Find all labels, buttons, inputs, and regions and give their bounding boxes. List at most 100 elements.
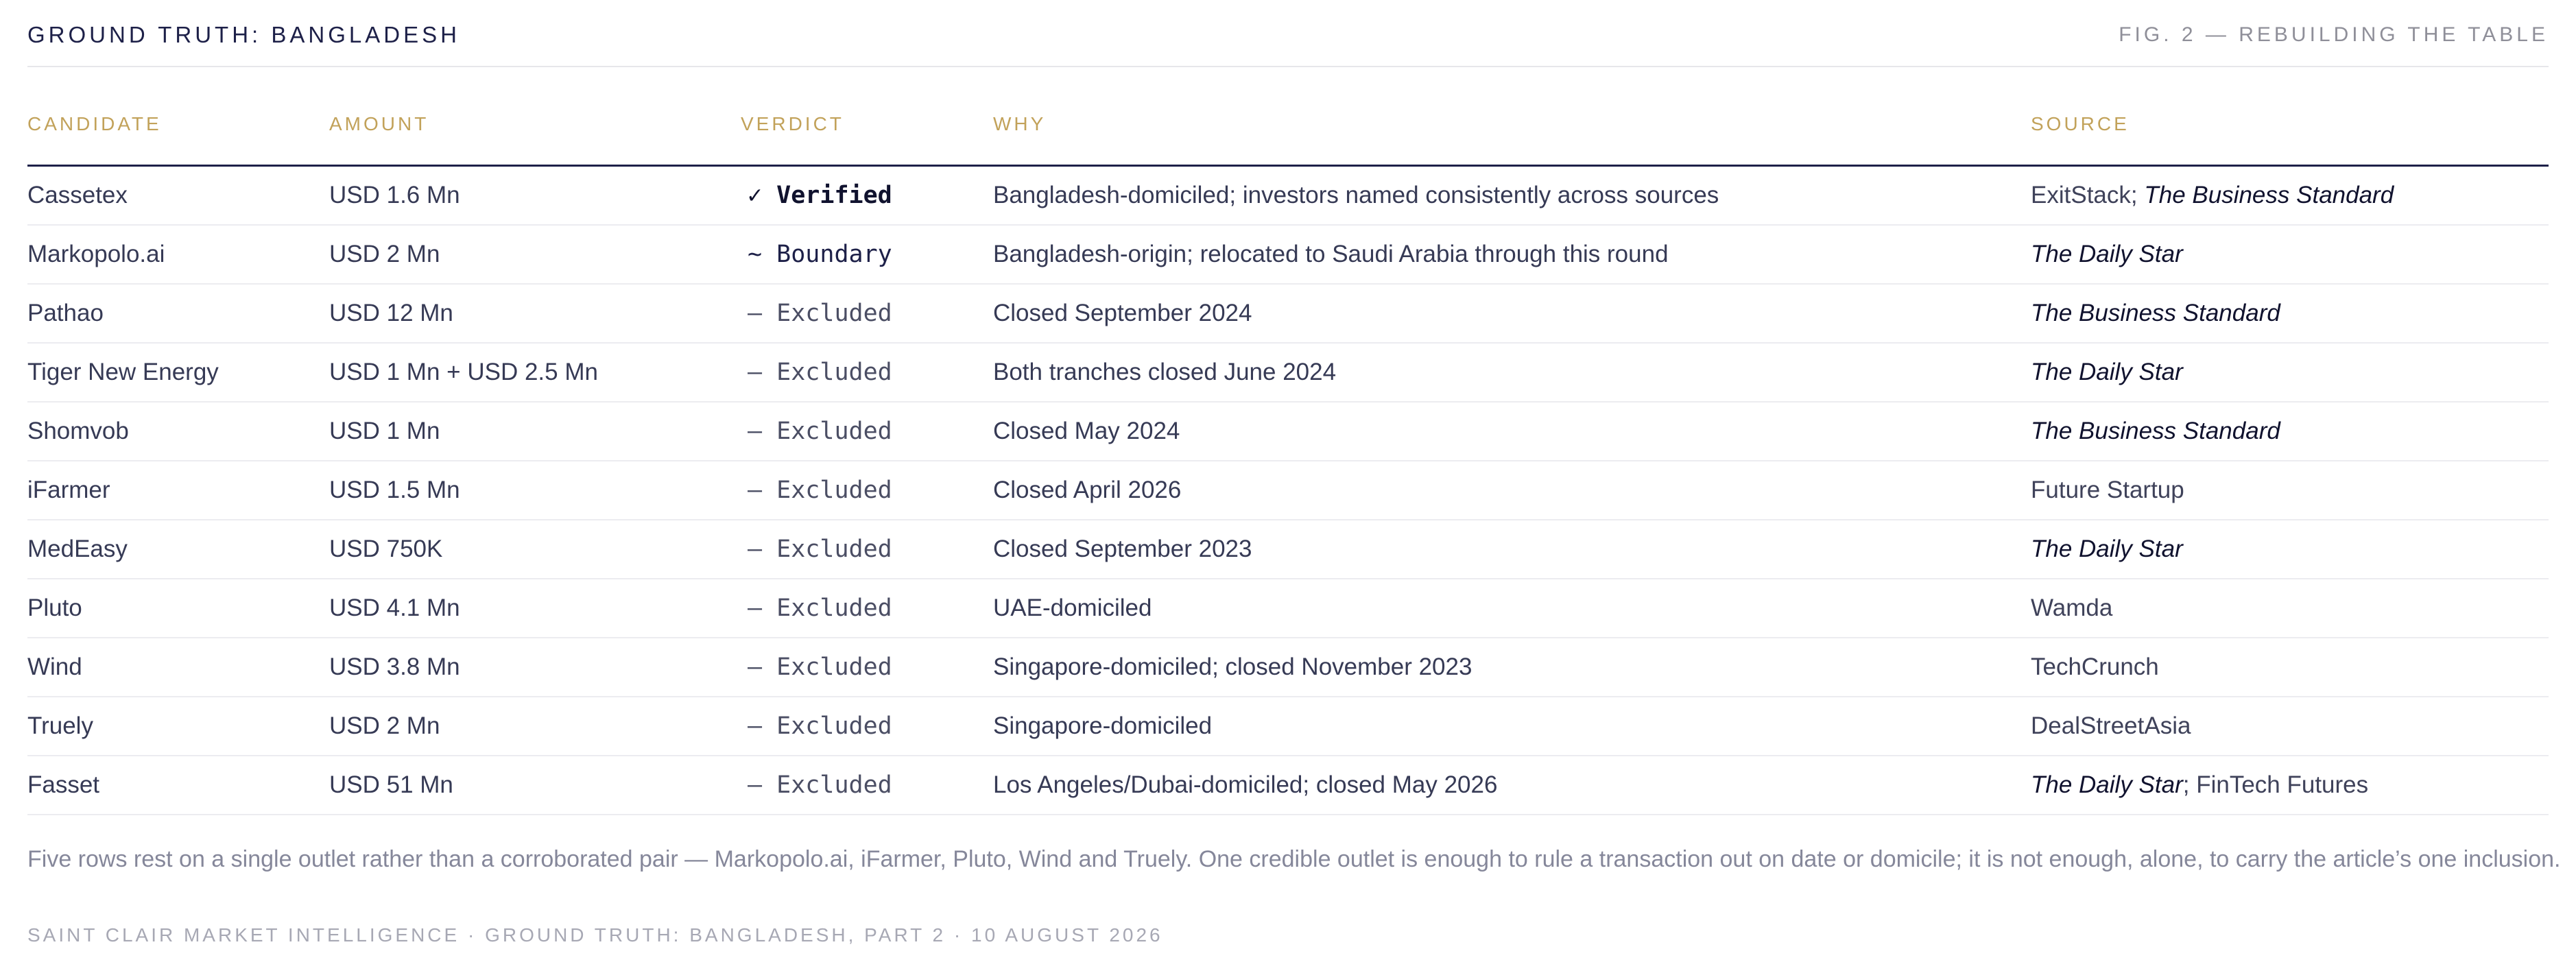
column-header-candidate: CANDIDATE	[27, 103, 329, 167]
source-outlet-name: The Business Standard	[2144, 182, 2394, 208]
verdict-label: Excluded	[776, 771, 892, 799]
verdict-cell: – Excluded	[741, 461, 993, 520]
amount-cell: USD 750K	[329, 520, 741, 579]
source-text: Wamda	[2031, 594, 2113, 621]
verdict-mark-icon: –	[748, 418, 763, 445]
verdict-label: Boundary	[776, 241, 892, 268]
verdict-mark-icon: –	[748, 771, 763, 799]
table-row: Pluto USD 4.1 Mn – Excluded UAE-domiciled Wa…	[27, 579, 2549, 638]
verdict-cell: – Excluded	[741, 343, 993, 403]
source-cell: The Daily Star	[2031, 225, 2549, 285]
verdict-label: Excluded	[776, 594, 892, 622]
candidate-cell: Truely	[27, 697, 329, 756]
source-outlet-name: The Daily Star	[2031, 359, 2183, 385]
amount-cell: USD 2 Mn	[329, 697, 741, 756]
column-header-source: SOURCE	[2031, 103, 2549, 167]
source-outlet-name: The Daily Star	[2031, 536, 2183, 562]
verdict-mark-icon: –	[748, 477, 763, 504]
footnote: Five rows rest on a single outlet rather…	[27, 846, 2561, 872]
source-text: ;	[2130, 182, 2145, 208]
source-cell: The Business Standard	[2031, 402, 2549, 461]
table-row: MedEasy USD 750K – Excluded Closed Septembe…	[27, 520, 2549, 579]
source-outlet-name: The Business Standard	[2031, 418, 2280, 444]
candidate-cell: Wind	[27, 638, 329, 697]
verdict-cell: ✓ Verified	[741, 165, 993, 226]
why-cell: Singapore-domiciled	[993, 697, 2031, 756]
verdict-cell: ~ Boundary	[741, 225, 993, 285]
table-row: Wind USD 3.8 Mn – Excluded Singapore-domici…	[27, 638, 2549, 697]
candidate-cell: Cassetex	[27, 165, 329, 226]
why-cell: Singapore-domiciled; closed November 202…	[993, 638, 2031, 697]
verdict-mark-icon: –	[748, 536, 763, 563]
why-cell: Closed May 2024	[993, 402, 2031, 461]
candidate-cell: Shomvob	[27, 402, 329, 461]
source-cell: The Daily Star	[2031, 343, 2549, 403]
verdict-label: Excluded	[776, 359, 892, 386]
amount-cell: USD 12 Mn	[329, 284, 741, 344]
source-outlet-name: The Business Standard	[2031, 300, 2280, 326]
why-cell: Both tranches closed June 2024	[993, 343, 2031, 403]
verdict-label: Excluded	[776, 300, 892, 327]
table-row: Cassetex USD 1.6 Mn ✓ Verified Bangladesh-d…	[27, 165, 2549, 226]
verdict-cell: – Excluded	[741, 697, 993, 756]
verdict-label: Excluded	[776, 536, 892, 563]
source-cell: Wamda	[2031, 579, 2549, 638]
why-cell: Closed September 2023	[993, 520, 2031, 579]
why-cell: UAE-domiciled	[993, 579, 2031, 638]
table-row: Pathao USD 12 Mn – Excluded Closed Septembe…	[27, 284, 2549, 344]
verdict-label: Excluded	[776, 653, 892, 681]
table-row: Tiger New Energy USD 1 Mn + USD 2.5 Mn – E…	[27, 343, 2549, 403]
why-cell: Closed September 2024	[993, 284, 2031, 344]
verdict-mark-icon: ✓	[748, 182, 763, 209]
amount-cell: USD 2 Mn	[329, 225, 741, 285]
candidate-cell: Tiger New Energy	[27, 343, 329, 403]
amount-cell: USD 1 Mn + USD 2.5 Mn	[329, 343, 741, 403]
candidate-cell: iFarmer	[27, 461, 329, 520]
source-cell: TechCrunch	[2031, 638, 2549, 697]
source-cell: The Daily Star; FinTech Futures	[2031, 756, 2549, 815]
verdict-mark-icon: –	[748, 653, 763, 681]
why-cell: Closed April 2026	[993, 461, 2031, 520]
source-cell: ExitStack; The Business Standard	[2031, 165, 2549, 226]
why-cell: Bangladesh-origin; relocated to Saudi Ar…	[993, 225, 2031, 285]
column-header-amount: AMOUNT	[329, 103, 741, 167]
verdict-cell: – Excluded	[741, 284, 993, 344]
verdict-cell: – Excluded	[741, 579, 993, 638]
header-bar: GROUND TRUTH: BANGLADESH FIG. 2 — REBUIL…	[27, 0, 2549, 67]
amount-cell: USD 1.5 Mn	[329, 461, 741, 520]
source-cell: DealStreetAsia	[2031, 697, 2549, 756]
verdict-cell: – Excluded	[741, 520, 993, 579]
document-title: GROUND TRUTH: BANGLADESH	[27, 22, 460, 47]
table-row: Truely USD 2 Mn – Excluded Singapore-domici…	[27, 697, 2549, 756]
verdict-mark-icon: –	[748, 594, 763, 622]
verdict-mark-icon: –	[748, 712, 763, 740]
why-cell: Los Angeles/Dubai-domiciled; closed May …	[993, 756, 2031, 815]
source-cell: Future Startup	[2031, 461, 2549, 520]
table-row: iFarmer USD 1.5 Mn – Excluded Closed April …	[27, 461, 2549, 520]
table-row: Markopolo.ai USD 2 Mn ~ Boundary Bangladesh…	[27, 225, 2549, 285]
candidates-table: CANDIDATE AMOUNT VERDICT WHY SOURCE Cass…	[27, 103, 2549, 815]
amount-cell: USD 1 Mn	[329, 402, 741, 461]
verdict-label: Excluded	[776, 477, 892, 504]
source-outlet-name: The Daily Star	[2031, 771, 2183, 798]
candidate-cell: MedEasy	[27, 520, 329, 579]
verdict-cell: – Excluded	[741, 638, 993, 697]
verdict-label: Excluded	[776, 712, 892, 740]
amount-cell: USD 3.8 Mn	[329, 638, 741, 697]
source-outlet-name: The Daily Star	[2031, 241, 2183, 267]
candidate-cell: Pathao	[27, 284, 329, 344]
source-cell: The Daily Star	[2031, 520, 2549, 579]
figure-label: FIG. 2 — REBUILDING THE TABLE	[2119, 23, 2549, 46]
source-text: ; FinTech Futures	[2182, 771, 2369, 798]
verdict-mark-icon: –	[748, 300, 763, 327]
amount-cell: USD 4.1 Mn	[329, 579, 741, 638]
candidate-cell: Fasset	[27, 756, 329, 815]
column-header-verdict: VERDICT	[741, 103, 993, 167]
table-header-row: CANDIDATE AMOUNT VERDICT WHY SOURCE	[27, 103, 2549, 167]
verdict-cell: – Excluded	[741, 402, 993, 461]
candidate-cell: Markopolo.ai	[27, 225, 329, 285]
source-text: ExitStack	[2031, 182, 2131, 208]
column-header-why: WHY	[993, 103, 2031, 167]
colophon: SAINT CLAIR MARKET INTELLIGENCE · GROUND…	[27, 924, 1163, 946]
verdict-mark-icon: ~	[748, 241, 763, 268]
